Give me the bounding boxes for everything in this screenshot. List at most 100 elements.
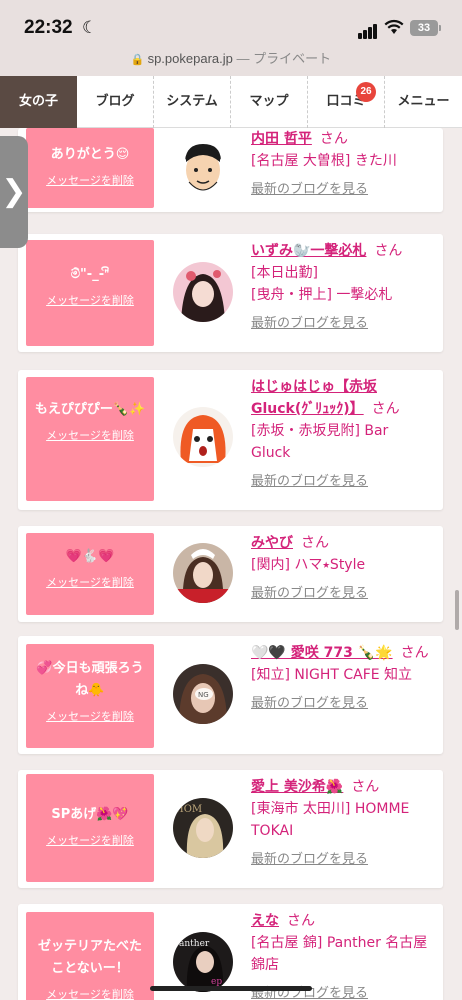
latest-blog-link[interactable]: 最新のブログを見る — [251, 312, 441, 331]
shop-line: [本日出勤] — [251, 265, 318, 281]
girl-name-link[interactable]: 愛上 美沙希🌺 — [251, 779, 343, 795]
girl-name-link[interactable]: みやび — [251, 535, 293, 551]
nav-label: 女の子 — [18, 94, 58, 109]
nav-item-menu[interactable]: メニュー — [385, 76, 462, 128]
url-domain: sp.pokepara.jp — [147, 51, 233, 66]
svg-text:anther: anther — [179, 939, 210, 949]
honorific: さん — [371, 401, 400, 417]
main-nav: 女の子 ブログ システム マップ 口コミ 26 メニュー — [0, 76, 462, 128]
name-line: はじゅはじゅ【赤坂Gluck(ｸﾞﾘｭｯｸ)】 さん — [251, 376, 441, 420]
message-text: もえぴぴぴー🍾✨ — [34, 402, 146, 417]
svg-text:NG: NG — [198, 691, 209, 699]
message-text: ゼッテリアたべたことないー！ — [37, 939, 142, 976]
honorific: さん — [319, 131, 348, 147]
avatar[interactable] — [173, 138, 233, 198]
message-box: SPあげ🌺💖 メッセージを削除 — [26, 774, 154, 882]
url-separator: — — [236, 51, 250, 66]
delete-message-link[interactable]: メッセージを削除 — [26, 708, 154, 724]
delete-message-link[interactable]: メッセージを削除 — [26, 292, 154, 308]
delete-message-link[interactable]: メッセージを削除 — [26, 427, 154, 443]
message-box: もえぴぴぴー🍾✨ メッセージを削除 — [26, 377, 154, 501]
girl-info: 愛上 美沙希🌺 さん [東海市 太田川] HOMME TOKAI 最新のブログを見… — [251, 776, 441, 867]
reviews-count-badge: 26 — [356, 82, 376, 102]
scrollbar[interactable] — [455, 590, 459, 630]
honorific: さん — [374, 243, 403, 259]
name-line: 愛上 美沙希🌺 さん — [251, 776, 441, 798]
svg-text:HOM: HOM — [175, 804, 202, 815]
wifi-icon — [384, 19, 404, 39]
avatar[interactable]: NG — [173, 664, 233, 724]
avatar[interactable] — [173, 262, 233, 322]
message-text: 💞今日も頑張ろうね🐥 — [36, 661, 144, 698]
honorific: さん — [301, 535, 329, 551]
nav-label: システム — [166, 94, 218, 109]
honorific: さん — [351, 779, 380, 795]
girl-info: みやび さん [関内] ハマ⭑Style 最新のブログを見る — [251, 532, 441, 601]
nav-item-system[interactable]: システム — [154, 76, 231, 128]
url-bar[interactable]: 🔒 sp.pokepara.jp — プライベート — [0, 48, 462, 76]
shop-line: Gluck — [251, 445, 291, 461]
delete-message-link[interactable]: メッセージを削除 — [26, 172, 154, 188]
girl-name-link[interactable]: いずみ🦭一撃必札 — [251, 243, 366, 259]
avatar[interactable]: anther ер — [173, 932, 233, 992]
message-card: もえぴぴぴー🍾✨ メッセージを削除 はじゅはじゅ【赤坂Gluck(ｸﾞﾘｭｯｸ)… — [18, 370, 443, 510]
latest-blog-link[interactable]: 最新のブログを見る — [251, 848, 441, 867]
home-indicator[interactable] — [150, 986, 312, 991]
latest-blog-link[interactable]: 最新のブログを見る — [251, 982, 441, 1000]
name-line: 🤍🖤 愛咲 773 🍾🌟 さん — [251, 642, 441, 664]
latest-blog-link[interactable]: 最新のブログを見る — [251, 692, 441, 711]
moon-icon: ☾ — [82, 18, 98, 38]
signal-icon — [358, 20, 378, 39]
side-drawer-tab[interactable]: ❯ — [0, 136, 28, 248]
nav-item-map[interactable]: マップ — [231, 76, 308, 128]
latest-blog-link[interactable]: 最新のブログを見る — [251, 470, 441, 489]
girl-name-link[interactable]: 🤍🖤 愛咲 773 🍾🌟 — [251, 645, 393, 661]
message-card: ありがとう😌 メッセージを削除 内田 哲平 さん [名古屋 大曽根] きた川 最新… — [18, 128, 443, 212]
latest-blog-link[interactable]: 最新のブログを見る — [251, 178, 441, 197]
shop-line: TOKAI — [251, 823, 294, 839]
nav-item-reviews[interactable]: 口コミ 26 — [308, 76, 385, 128]
status-time: 22:32 — [24, 17, 73, 38]
message-card: SPあげ🌺💖 メッセージを削除 HOM 愛上 美沙希🌺 さん [東海市 太田川] … — [18, 770, 443, 888]
message-card: 💗🐇💗 メッセージを削除 みやび さん [関内] ハマ⭑Style 最新のブログを… — [18, 526, 443, 622]
shop-line: [名古屋 錦] Panther 名古屋 — [251, 935, 428, 951]
message-card: 💞今日も頑張ろうね🐥 メッセージを削除 NG 🤍🖤 愛咲 773 🍾🌟 さん [知… — [18, 636, 443, 754]
shop-line: [知立] NIGHT CAFE 知立 — [251, 667, 413, 683]
delete-message-link[interactable]: メッセージを削除 — [26, 574, 154, 590]
battery-icon: 33 — [410, 20, 441, 36]
name-line: いずみ🦭一撃必札 さん — [251, 240, 441, 262]
avatar[interactable] — [173, 543, 233, 603]
message-card: ම්"-_-"ි メッセージを削除 いずみ🦭一撃必札 さん [本日出勤] [曳舟・… — [18, 234, 443, 352]
message-text: 💗🐇💗 — [65, 549, 115, 564]
message-text: ありがとう😌 — [50, 147, 130, 162]
message-box: 💞今日も頑張ろうね🐥 メッセージを削除 — [26, 644, 154, 748]
shop-line: [曳舟・押上] 一撃必札 — [251, 287, 393, 303]
message-text: ම්"-_-"ි — [70, 267, 110, 282]
delete-message-link[interactable]: メッセージを削除 — [26, 832, 154, 848]
name-line: 内田 哲平 さん — [251, 128, 441, 150]
shop-line: [名古屋 大曽根] きた川 — [251, 153, 397, 169]
girl-name-link[interactable]: はじゅはじゅ【赤坂Gluck(ｸﾞﾘｭｯｸ)】 — [251, 379, 377, 417]
shop-line: [関内] ハマ⭑Style — [251, 557, 366, 573]
message-box: ゼッテリアたべたことないー！ メッセージを削除 — [26, 912, 154, 1000]
delete-message-link[interactable]: メッセージを削除 — [26, 986, 154, 1000]
avatar[interactable] — [173, 407, 233, 467]
lock-icon: 🔒 — [130, 54, 145, 66]
message-box: ම්"-_-"ි メッセージを削除 — [26, 240, 154, 346]
nav-item-girls[interactable]: 女の子 — [0, 76, 77, 128]
message-box: 💗🐇💗 メッセージを削除 — [26, 533, 154, 615]
nav-label: メニュー — [397, 94, 450, 109]
latest-blog-link[interactable]: 最新のブログを見る — [251, 582, 441, 601]
shop-line: [赤坂・赤坂見附] Bar — [251, 423, 389, 439]
girl-name-link[interactable]: えな — [251, 913, 279, 929]
avatar[interactable]: HOM — [173, 798, 233, 858]
nav-item-blog[interactable]: ブログ — [77, 76, 154, 128]
girl-name-link[interactable]: 内田 哲平 — [251, 131, 312, 147]
honorific: さん — [400, 645, 429, 661]
shop-line: 錦店 — [251, 957, 279, 973]
girl-info: 内田 哲平 さん [名古屋 大曽根] きた川 最新のブログを見る — [251, 128, 441, 197]
status-bar: 22:32 ☾ 33 — [0, 0, 462, 48]
chevron-right-icon: ❯ — [1, 174, 27, 209]
honorific: さん — [287, 913, 315, 929]
name-line: えな さん — [251, 910, 441, 932]
